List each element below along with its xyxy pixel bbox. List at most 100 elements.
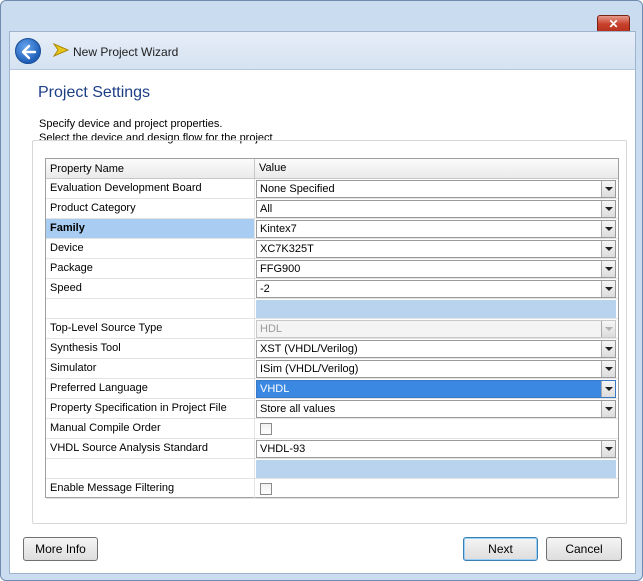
chevron-down-icon bbox=[601, 321, 615, 337]
property-name: Manual Compile Order bbox=[46, 419, 255, 438]
wizard-window: ✕ New Project Wizard Project Settings Sp… bbox=[0, 0, 643, 581]
dropdown-value: VHDL bbox=[260, 383, 290, 395]
next-button[interactable]: Next bbox=[463, 537, 538, 561]
wizard-title: New Project Wizard bbox=[73, 45, 179, 59]
property-name: Top-Level Source Type bbox=[46, 319, 255, 338]
dropdown-value: FFG900 bbox=[260, 263, 301, 275]
property-row[interactable]: Synthesis Tool XST (VHDL/Verilog) bbox=[46, 339, 618, 359]
property-row[interactable] bbox=[46, 459, 618, 479]
wizard-content: New Project Wizard Project Settings Spec… bbox=[9, 31, 636, 574]
back-arrow-icon bbox=[21, 44, 37, 60]
dropdown-value: XC7K325T bbox=[260, 243, 314, 255]
property-row[interactable]: Top-Level Source Type HDL bbox=[46, 319, 618, 339]
page-description: Specify device and project properties. bbox=[39, 118, 223, 130]
property-value-cell: All bbox=[256, 199, 618, 218]
property-name: Simulator bbox=[46, 359, 255, 378]
dropdown-value: XST (VHDL/Verilog) bbox=[260, 343, 358, 355]
property-value-dropdown[interactable]: None Specified bbox=[256, 180, 616, 198]
property-value-cell bbox=[256, 419, 618, 438]
close-icon: ✕ bbox=[608, 17, 619, 31]
property-row[interactable]: Speed -2 bbox=[46, 279, 618, 299]
property-name: Package bbox=[46, 259, 255, 278]
property-row[interactable]: Property Specification in Project File St… bbox=[46, 399, 618, 419]
property-value-dropdown[interactable]: FFG900 bbox=[256, 260, 616, 278]
dropdown-value: HDL bbox=[260, 323, 283, 335]
column-header-value: Value bbox=[259, 162, 287, 174]
chevron-down-icon[interactable] bbox=[601, 241, 615, 257]
chevron-down-icon[interactable] bbox=[601, 181, 615, 197]
dropdown-value: Kintex7 bbox=[260, 223, 297, 235]
property-value-cell bbox=[256, 459, 618, 478]
property-value-cell: ISim (VHDL/Verilog) bbox=[256, 359, 618, 378]
dropdown-value: ISim (VHDL/Verilog) bbox=[260, 363, 359, 375]
property-name: Enable Message Filtering bbox=[46, 479, 255, 498]
property-name: Product Category bbox=[46, 199, 255, 218]
property-value-cell: FFG900 bbox=[256, 259, 618, 278]
dropdown-value: All bbox=[260, 203, 273, 215]
property-name: Speed bbox=[46, 279, 255, 298]
chevron-down-icon[interactable] bbox=[601, 261, 615, 277]
property-name: Preferred Language bbox=[46, 379, 255, 398]
property-value-dropdown[interactable]: XC7K325T bbox=[256, 240, 616, 258]
chevron-down-icon[interactable] bbox=[601, 281, 615, 297]
dropdown-value: -2 bbox=[260, 283, 270, 295]
property-row[interactable]: VHDL Source Analysis Standard VHDL-93 bbox=[46, 439, 618, 459]
property-value-cell: Store all values bbox=[256, 399, 618, 418]
dropdown-value: VHDL-93 bbox=[260, 443, 306, 455]
property-value-dropdown[interactable]: Store all values bbox=[256, 400, 616, 418]
cancel-button[interactable]: Cancel bbox=[546, 537, 622, 561]
property-value-dropdown[interactable]: -2 bbox=[256, 280, 616, 298]
property-value-cell: VHDL bbox=[256, 379, 618, 398]
property-value-cell: Kintex7 bbox=[256, 219, 618, 238]
chevron-down-icon[interactable] bbox=[601, 201, 615, 217]
property-value-cell bbox=[256, 479, 618, 498]
property-value-dropdown[interactable]: All bbox=[256, 200, 616, 218]
property-value-cell: VHDL-93 bbox=[256, 439, 618, 458]
dropdown-value: None Specified bbox=[260, 183, 335, 195]
property-row[interactable] bbox=[46, 299, 618, 319]
column-header-name: Property Name bbox=[50, 163, 124, 175]
wizard-arrow-icon bbox=[53, 43, 69, 57]
property-value-cell: HDL bbox=[256, 319, 618, 338]
property-name bbox=[46, 459, 255, 478]
property-value-cell: XC7K325T bbox=[256, 239, 618, 258]
property-checkbox[interactable] bbox=[260, 423, 272, 435]
chevron-down-icon[interactable] bbox=[601, 221, 615, 237]
property-row[interactable]: Manual Compile Order bbox=[46, 419, 618, 439]
dropdown-value: Store all values bbox=[260, 403, 336, 415]
property-value-dropdown: HDL bbox=[256, 320, 616, 338]
property-row[interactable]: Package FFG900 bbox=[46, 259, 618, 279]
property-grid[interactable]: Property Name Value Evaluation Developme… bbox=[45, 158, 619, 499]
property-checkbox[interactable] bbox=[260, 483, 272, 495]
property-row[interactable]: Evaluation Development Board None Specifi… bbox=[46, 179, 618, 199]
property-value-cell: XST (VHDL/Verilog) bbox=[256, 339, 618, 358]
property-value-cell bbox=[256, 299, 618, 318]
property-name: Evaluation Development Board bbox=[46, 179, 255, 198]
chevron-down-icon[interactable] bbox=[601, 381, 615, 397]
property-name: Family bbox=[46, 219, 255, 238]
chevron-down-icon[interactable] bbox=[601, 361, 615, 377]
property-value-dropdown[interactable]: Kintex7 bbox=[256, 220, 616, 238]
property-value-dropdown[interactable]: VHDL bbox=[256, 380, 616, 398]
page-title: Project Settings bbox=[38, 84, 151, 101]
property-row[interactable]: Preferred Language VHDL bbox=[46, 379, 618, 399]
property-name: Synthesis Tool bbox=[46, 339, 255, 358]
property-row[interactable]: Family Kintex7 bbox=[46, 219, 618, 239]
back-button[interactable] bbox=[15, 38, 41, 64]
section-spacer bbox=[256, 460, 616, 478]
chevron-down-icon[interactable] bbox=[601, 401, 615, 417]
property-value-dropdown[interactable]: XST (VHDL/Verilog) bbox=[256, 340, 616, 358]
column-divider bbox=[254, 159, 255, 179]
grid-header: Property Name Value bbox=[46, 159, 618, 179]
property-value-dropdown[interactable]: VHDL-93 bbox=[256, 440, 616, 458]
property-row[interactable]: Product Category All bbox=[46, 199, 618, 219]
property-value-cell: None Specified bbox=[256, 179, 618, 198]
property-row[interactable]: Device XC7K325T bbox=[46, 239, 618, 259]
more-info-button[interactable]: More Info bbox=[23, 537, 98, 561]
chevron-down-icon[interactable] bbox=[601, 341, 615, 357]
property-row[interactable]: Enable Message Filtering bbox=[46, 479, 618, 499]
property-name: Property Specification in Project File bbox=[46, 399, 255, 418]
chevron-down-icon[interactable] bbox=[601, 441, 615, 457]
property-row[interactable]: Simulator ISim (VHDL/Verilog) bbox=[46, 359, 618, 379]
property-value-dropdown[interactable]: ISim (VHDL/Verilog) bbox=[256, 360, 616, 378]
